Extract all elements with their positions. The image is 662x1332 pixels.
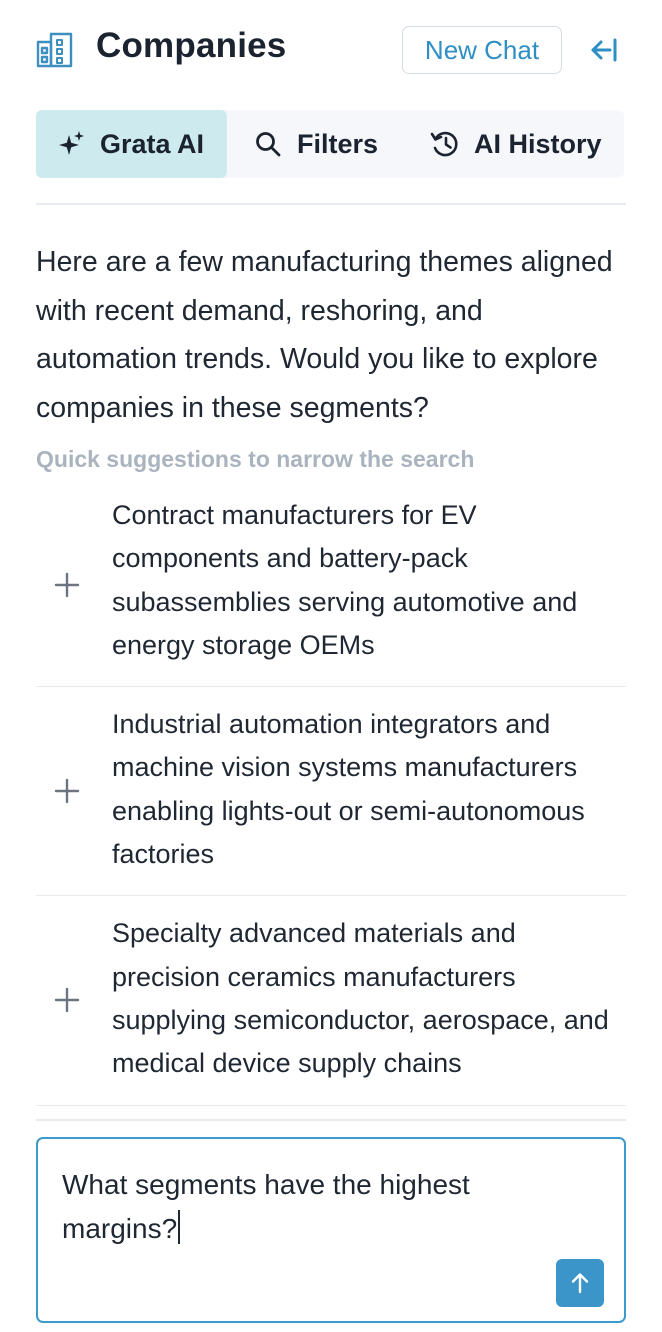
assistant-message: Here are a few manufacturing themes alig…: [36, 246, 613, 424]
suggestion-item[interactable]: Contract manufacturers for EV components…: [36, 484, 626, 688]
collapse-left-icon[interactable]: [586, 34, 620, 66]
plus-icon[interactable]: [54, 987, 80, 1013]
tab-label: Grata AI: [100, 128, 205, 159]
arrow-up-icon: [571, 1273, 589, 1294]
chat-input-text[interactable]: What segments have the highest margins?: [62, 1163, 562, 1250]
sparkle-icon: [59, 131, 84, 155]
suggestion-text: Industrial automation integrators and ma…: [112, 709, 585, 870]
chat-input-value: What segments have the highest margins?: [62, 1169, 470, 1244]
history-icon: [430, 131, 458, 157]
chat-scroll-area[interactable]: Here are a few manufacturing themes alig…: [0, 188, 662, 1123]
divider: [36, 203, 626, 205]
text-caret: [178, 1209, 181, 1244]
divider: [36, 1119, 626, 1121]
plus-icon[interactable]: [54, 572, 80, 598]
tab-label: Filters: [297, 128, 379, 159]
chat-input[interactable]: What segments have the highest margins?: [36, 1137, 626, 1323]
new-chat-button[interactable]: New Chat: [402, 26, 562, 74]
tab-ai-history[interactable]: AI History: [430, 110, 602, 178]
tab-filters[interactable]: Filters: [255, 110, 378, 178]
page-title: Companies: [96, 26, 287, 65]
buildings-icon: [36, 32, 73, 68]
mode-tabs: Grata AI Filters AI History: [36, 110, 624, 178]
suggestion-item[interactable]: Specialty advanced materials and precisi…: [36, 896, 626, 1106]
panel-header: Companies New Chat: [0, 0, 662, 100]
suggestion-text: Specialty advanced materials and precisi…: [112, 918, 609, 1079]
send-button[interactable]: [556, 1259, 604, 1307]
suggestion-list: Contract manufacturers for EV components…: [36, 484, 626, 1106]
plus-icon[interactable]: [54, 778, 80, 804]
tab-label: AI History: [474, 128, 602, 159]
suggestion-item[interactable]: Industrial automation integrators and ma…: [36, 687, 626, 897]
search-icon: [256, 132, 281, 157]
suggestion-text: Contract manufacturers for EV components…: [112, 500, 578, 660]
suggestions-hint: Quick suggestions to narrow the search: [36, 446, 475, 472]
tab-grata-ai[interactable]: Grata AI: [36, 110, 227, 178]
